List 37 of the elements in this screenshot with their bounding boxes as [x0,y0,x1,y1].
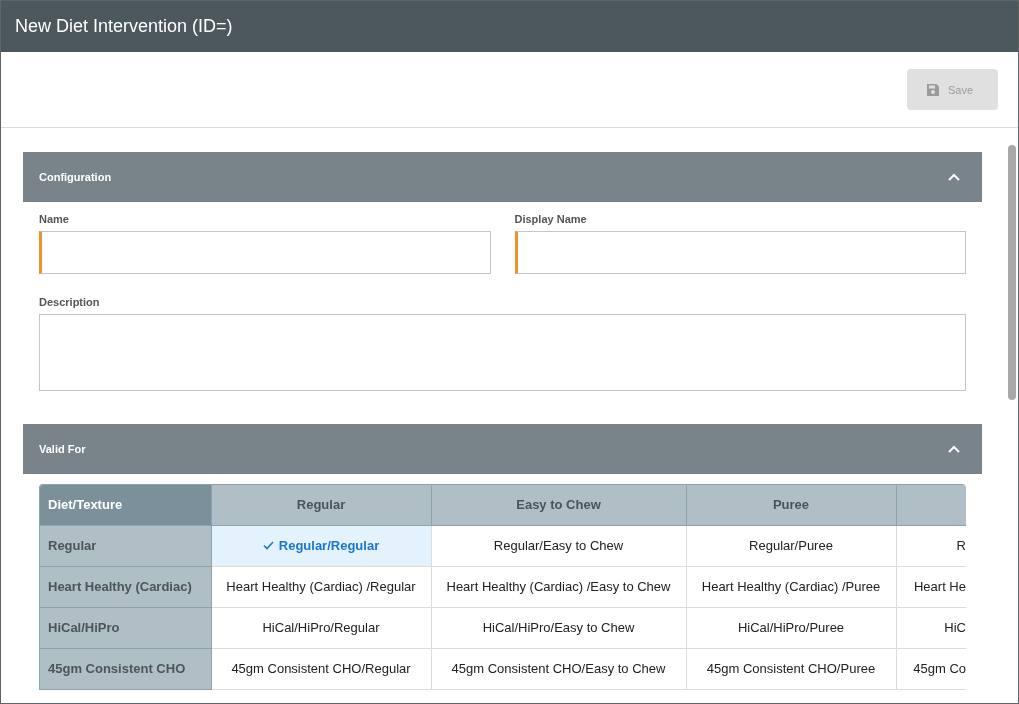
table-cell[interactable]: 45gm Consistent CHO/Regular [211,648,431,689]
table-cell[interactable]: HiCal/HiPro/Easy to Chew [431,607,686,648]
row-header: Heart Healthy (Cardiac) [40,566,211,607]
window-title: New Diet Intervention (ID=) [15,16,233,37]
row-header: Regular [40,525,211,566]
row-header: 45gm Consistent CHO [40,648,211,689]
check-icon [262,541,274,550]
table-cell[interactable]: Regular/Easy to Chew [431,525,686,566]
chevron-up-icon[interactable] [948,445,960,453]
table-cell[interactable]: Regular/Puree [686,525,896,566]
field-label: Display Name [514,213,588,226]
table-cell[interactable]: HiC [896,607,966,648]
table-cell[interactable]: Heart Healthy (Cardiac) /Easy to Chew [431,566,686,607]
description-textarea[interactable] [39,314,966,391]
table-cell[interactable]: Heart Healthy (Cardiac) /Regular [211,566,431,607]
table-cell[interactable]: HiCal/HiPro/Regular [211,607,431,648]
scrollbar-thumb[interactable] [1008,145,1016,400]
field-label: Description [39,296,101,309]
table-cell[interactable]: Heart He [896,566,966,607]
table-cell[interactable]: 45gm Consistent CHO/Easy to Chew [431,648,686,689]
table-cell[interactable]: Regular/Regular [211,525,431,566]
text-input[interactable] [39,231,491,274]
chevron-up-icon[interactable] [948,173,960,181]
table-cell[interactable]: 45gm Co [896,648,966,689]
table-cell[interactable]: HiCal/HiPro/Puree [686,607,896,648]
column-header: Diet/Texture [40,485,211,525]
section-header[interactable]: Valid For [23,424,982,474]
column-header: Regular [211,485,431,525]
row-header: HiCal/HiPro [40,607,211,648]
section-header[interactable]: Configuration [23,152,982,202]
table-cell[interactable]: R [896,525,966,566]
column-header: Puree [686,485,896,525]
field-label: Name [39,213,70,226]
table-cell[interactable]: Heart Healthy (Cardiac) /Puree [686,566,896,607]
column-header: Easy to Chew [431,485,686,525]
table-cell[interactable]: 45gm Consistent CHO/Puree [686,648,896,689]
text-input[interactable] [514,231,966,274]
